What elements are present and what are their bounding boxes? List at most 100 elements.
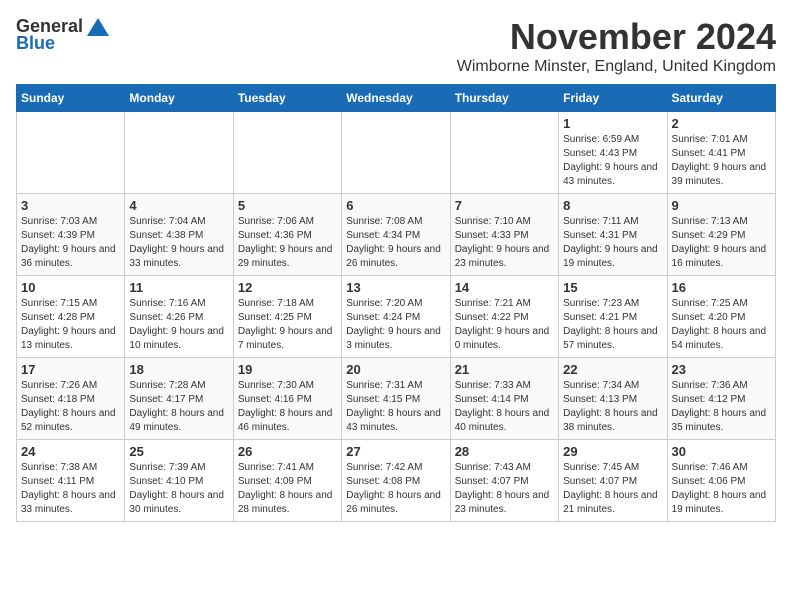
- day-info: Sunrise: 7:15 AM Sunset: 4:28 PM Dayligh…: [21, 297, 120, 353]
- day-info: Sunrise: 7:31 AM Sunset: 4:15 PM Dayligh…: [346, 379, 445, 435]
- calendar-cell: 25Sunrise: 7:39 AM Sunset: 4:10 PM Dayli…: [125, 440, 233, 522]
- day-info: Sunrise: 7:11 AM Sunset: 4:31 PM Dayligh…: [563, 215, 662, 271]
- day-info: Sunrise: 7:39 AM Sunset: 4:10 PM Dayligh…: [129, 461, 228, 517]
- logo: General Blue: [16, 16, 109, 54]
- calendar-cell: 28 Sunrise: 7:43 AM Sunset: 4:07 PM Dayli…: [450, 440, 558, 522]
- day-info: Sunrise: 7:43 AM Sunset: 4:07 PM Dayligh…: [455, 461, 554, 517]
- weekday-header: Saturday: [667, 85, 775, 112]
- day-number: 14: [455, 280, 554, 295]
- day-number: 8: [563, 198, 662, 213]
- day-info: Sunrise: 7:38 AM Sunset: 4:11 PM Dayligh…: [21, 461, 120, 517]
- logo-icon: [87, 18, 109, 36]
- day-info: Sunrise: 7:01 AM Sunset: 4:41 PM Dayligh…: [672, 133, 771, 189]
- day-number: 15: [563, 280, 662, 295]
- logo-blue: Blue: [16, 33, 55, 54]
- calendar-cell: 21 Sunrise: 7:33 AM Sunset: 4:14 PM Dayli…: [450, 358, 558, 440]
- calendar-cell: 26Sunrise: 7:41 AM Sunset: 4:09 PM Dayli…: [233, 440, 341, 522]
- calendar-cell: 17 Sunrise: 7:26 AM Sunset: 4:18 PM Dayli…: [17, 358, 125, 440]
- calendar-week-row: 1 Sunrise: 6:59 AM Sunset: 4:43 PM Daylig…: [17, 112, 776, 194]
- day-number: 11: [129, 280, 228, 295]
- day-number: 27: [346, 444, 445, 459]
- day-info: Sunrise: 7:10 AM Sunset: 4:33 PM Dayligh…: [455, 215, 554, 271]
- calendar-cell: 27 Sunrise: 7:42 AM Sunset: 4:08 PM Dayli…: [342, 440, 450, 522]
- calendar-cell: [17, 112, 125, 194]
- weekday-header: Wednesday: [342, 85, 450, 112]
- calendar-cell: 16 Sunrise: 7:25 AM Sunset: 4:20 PM Dayli…: [667, 276, 775, 358]
- day-number: 21: [455, 362, 554, 377]
- title-section: November 2024 Wimborne Minster, England,…: [457, 16, 776, 76]
- day-number: 19: [238, 362, 337, 377]
- calendar-cell: 29 Sunrise: 7:45 AM Sunset: 4:07 PM Dayli…: [559, 440, 667, 522]
- calendar-cell: 20 Sunrise: 7:31 AM Sunset: 4:15 PM Dayli…: [342, 358, 450, 440]
- calendar-table: SundayMondayTuesdayWednesdayThursdayFrid…: [16, 84, 776, 522]
- weekday-header: Monday: [125, 85, 233, 112]
- calendar-week-row: 24 Sunrise: 7:38 AM Sunset: 4:11 PM Dayli…: [17, 440, 776, 522]
- day-number: 20: [346, 362, 445, 377]
- day-info: Sunrise: 7:46 AM Sunset: 4:06 PM Dayligh…: [672, 461, 771, 517]
- day-info: Sunrise: 7:25 AM Sunset: 4:20 PM Dayligh…: [672, 297, 771, 353]
- calendar-cell: [125, 112, 233, 194]
- day-info: Sunrise: 7:03 AM Sunset: 4:39 PM Dayligh…: [21, 215, 120, 271]
- day-number: 9: [672, 198, 771, 213]
- day-number: 6: [346, 198, 445, 213]
- weekday-header: Friday: [559, 85, 667, 112]
- calendar-cell: 5 Sunrise: 7:06 AM Sunset: 4:36 PM Daylig…: [233, 194, 341, 276]
- page-header: General Blue November 2024 Wimborne Mins…: [16, 16, 776, 76]
- day-number: 18: [129, 362, 228, 377]
- calendar-cell: 7 Sunrise: 7:10 AM Sunset: 4:33 PM Daylig…: [450, 194, 558, 276]
- calendar-cell: 19 Sunrise: 7:30 AM Sunset: 4:16 PM Dayli…: [233, 358, 341, 440]
- day-info: Sunrise: 7:21 AM Sunset: 4:22 PM Dayligh…: [455, 297, 554, 353]
- day-number: 30: [672, 444, 771, 459]
- calendar-cell: 23Sunrise: 7:36 AM Sunset: 4:12 PM Dayli…: [667, 358, 775, 440]
- calendar-week-row: 10Sunrise: 7:15 AM Sunset: 4:28 PM Dayli…: [17, 276, 776, 358]
- day-info: Sunrise: 7:41 AM Sunset: 4:09 PM Dayligh…: [238, 461, 337, 517]
- day-info: Sunrise: 7:20 AM Sunset: 4:24 PM Dayligh…: [346, 297, 445, 353]
- day-number: 7: [455, 198, 554, 213]
- day-info: Sunrise: 7:45 AM Sunset: 4:07 PM Dayligh…: [563, 461, 662, 517]
- day-info: Sunrise: 7:28 AM Sunset: 4:17 PM Dayligh…: [129, 379, 228, 435]
- calendar-cell: 13Sunrise: 7:20 AM Sunset: 4:24 PM Dayli…: [342, 276, 450, 358]
- day-number: 12: [238, 280, 337, 295]
- day-number: 3: [21, 198, 120, 213]
- calendar-cell: 4 Sunrise: 7:04 AM Sunset: 4:38 PM Daylig…: [125, 194, 233, 276]
- weekday-header: Sunday: [17, 85, 125, 112]
- calendar-cell: 14 Sunrise: 7:21 AM Sunset: 4:22 PM Dayli…: [450, 276, 558, 358]
- calendar-cell: 30 Sunrise: 7:46 AM Sunset: 4:06 PM Dayli…: [667, 440, 775, 522]
- calendar-cell: 1 Sunrise: 6:59 AM Sunset: 4:43 PM Daylig…: [559, 112, 667, 194]
- calendar-week-row: 17 Sunrise: 7:26 AM Sunset: 4:18 PM Dayli…: [17, 358, 776, 440]
- calendar-cell: 10Sunrise: 7:15 AM Sunset: 4:28 PM Dayli…: [17, 276, 125, 358]
- day-number: 16: [672, 280, 771, 295]
- day-number: 2: [672, 116, 771, 131]
- calendar-cell: 2 Sunrise: 7:01 AM Sunset: 4:41 PM Daylig…: [667, 112, 775, 194]
- calendar-cell: [450, 112, 558, 194]
- day-number: 4: [129, 198, 228, 213]
- day-info: Sunrise: 7:13 AM Sunset: 4:29 PM Dayligh…: [672, 215, 771, 271]
- day-number: 28: [455, 444, 554, 459]
- calendar-cell: 24 Sunrise: 7:38 AM Sunset: 4:11 PM Dayli…: [17, 440, 125, 522]
- day-info: Sunrise: 7:06 AM Sunset: 4:36 PM Dayligh…: [238, 215, 337, 271]
- day-info: Sunrise: 7:18 AM Sunset: 4:25 PM Dayligh…: [238, 297, 337, 353]
- day-info: Sunrise: 7:04 AM Sunset: 4:38 PM Dayligh…: [129, 215, 228, 271]
- weekday-header-row: SundayMondayTuesdayWednesdayThursdayFrid…: [17, 85, 776, 112]
- day-number: 22: [563, 362, 662, 377]
- weekday-header: Thursday: [450, 85, 558, 112]
- calendar-cell: 15 Sunrise: 7:23 AM Sunset: 4:21 PM Dayli…: [559, 276, 667, 358]
- day-info: Sunrise: 7:33 AM Sunset: 4:14 PM Dayligh…: [455, 379, 554, 435]
- day-info: Sunrise: 7:26 AM Sunset: 4:18 PM Dayligh…: [21, 379, 120, 435]
- location-title: Wimborne Minster, England, United Kingdo…: [457, 58, 776, 76]
- day-info: Sunrise: 7:08 AM Sunset: 4:34 PM Dayligh…: [346, 215, 445, 271]
- calendar-cell: 9 Sunrise: 7:13 AM Sunset: 4:29 PM Daylig…: [667, 194, 775, 276]
- day-info: Sunrise: 7:23 AM Sunset: 4:21 PM Dayligh…: [563, 297, 662, 353]
- day-number: 5: [238, 198, 337, 213]
- day-info: Sunrise: 6:59 AM Sunset: 4:43 PM Dayligh…: [563, 133, 662, 189]
- day-number: 24: [21, 444, 120, 459]
- day-number: 29: [563, 444, 662, 459]
- calendar-cell: 11Sunrise: 7:16 AM Sunset: 4:26 PM Dayli…: [125, 276, 233, 358]
- calendar-cell: [233, 112, 341, 194]
- day-info: Sunrise: 7:30 AM Sunset: 4:16 PM Dayligh…: [238, 379, 337, 435]
- day-number: 17: [21, 362, 120, 377]
- calendar-cell: 3 Sunrise: 7:03 AM Sunset: 4:39 PM Daylig…: [17, 194, 125, 276]
- day-info: Sunrise: 7:34 AM Sunset: 4:13 PM Dayligh…: [563, 379, 662, 435]
- day-info: Sunrise: 7:42 AM Sunset: 4:08 PM Dayligh…: [346, 461, 445, 517]
- day-number: 1: [563, 116, 662, 131]
